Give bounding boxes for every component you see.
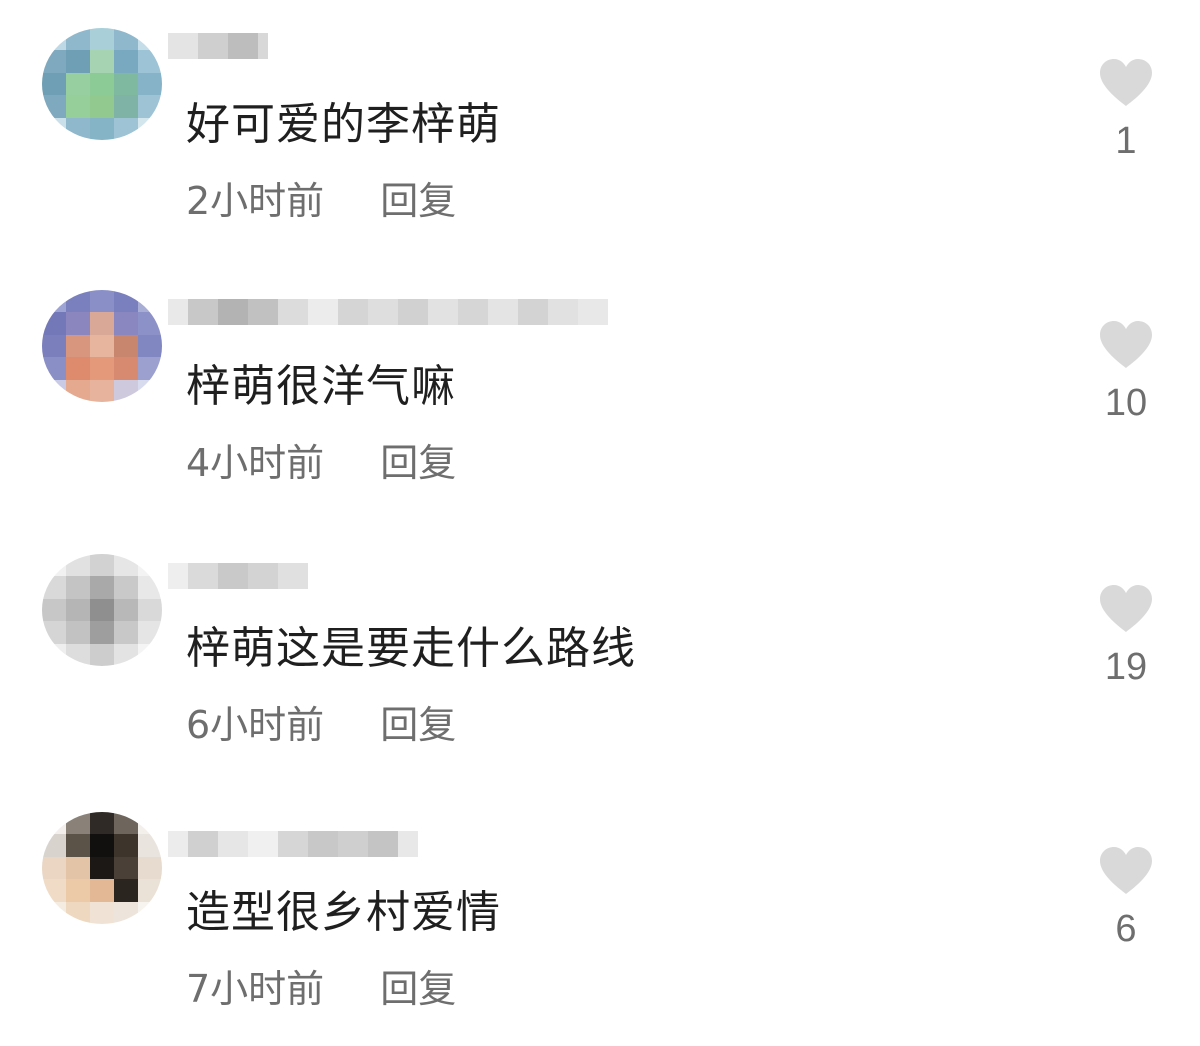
like-button[interactable]: 19 — [1096, 584, 1156, 689]
username-redacted[interactable] — [168, 820, 418, 868]
like-count: 6 — [1115, 908, 1137, 950]
like-button[interactable]: 6 — [1096, 846, 1156, 951]
timestamp: 7小时前 — [186, 967, 325, 1011]
timestamp: 6小时前 — [186, 703, 325, 747]
timestamp: 2小时前 — [186, 179, 325, 223]
reply-button[interactable]: 回复 — [380, 170, 456, 225]
comment-text: 好可爱的李梓萌 — [186, 99, 501, 150]
like-button[interactable]: 1 — [1096, 58, 1156, 163]
like-count: 10 — [1104, 382, 1148, 424]
comment-meta: 4小时前 回复 — [186, 432, 456, 487]
heart-icon — [1100, 321, 1152, 368]
username-redacted[interactable] — [168, 22, 268, 70]
reply-button[interactable]: 回复 — [380, 694, 456, 749]
reply-button[interactable]: 回复 — [380, 432, 456, 487]
avatar[interactable] — [42, 554, 162, 666]
comment-item: 造型很乡村爱情 7小时前 回复 6 — [0, 786, 1200, 1046]
like-button[interactable]: 10 — [1096, 320, 1156, 425]
username-redacted[interactable] — [168, 552, 308, 600]
heart-icon — [1100, 847, 1152, 894]
like-count: 1 — [1115, 120, 1137, 162]
heart-icon — [1100, 59, 1152, 106]
comment-text: 造型很乡村爱情 — [186, 887, 501, 938]
comment-item: 梓萌这是要走什么路线 6小时前 回复 19 — [0, 524, 1200, 784]
avatar[interactable] — [42, 290, 162, 402]
avatar[interactable] — [42, 812, 162, 924]
comment-item: 梓萌很洋气嘛 4小时前 回复 10 — [0, 262, 1200, 522]
comment-meta: 2小时前 回复 — [186, 170, 456, 225]
comment-text: 梓萌这是要走什么路线 — [186, 623, 636, 674]
heart-icon — [1100, 585, 1152, 632]
comment-meta: 6小时前 回复 — [186, 694, 456, 749]
like-count: 19 — [1104, 646, 1148, 688]
comment-meta: 7小时前 回复 — [186, 958, 456, 1013]
comment-item: 好可爱的李梓萌 2小时前 回复 1 — [0, 0, 1200, 260]
reply-button[interactable]: 回复 — [380, 958, 456, 1013]
avatar[interactable] — [42, 28, 162, 140]
timestamp: 4小时前 — [186, 441, 325, 485]
username-redacted[interactable] — [168, 288, 608, 336]
comment-text: 梓萌很洋气嘛 — [186, 361, 456, 412]
